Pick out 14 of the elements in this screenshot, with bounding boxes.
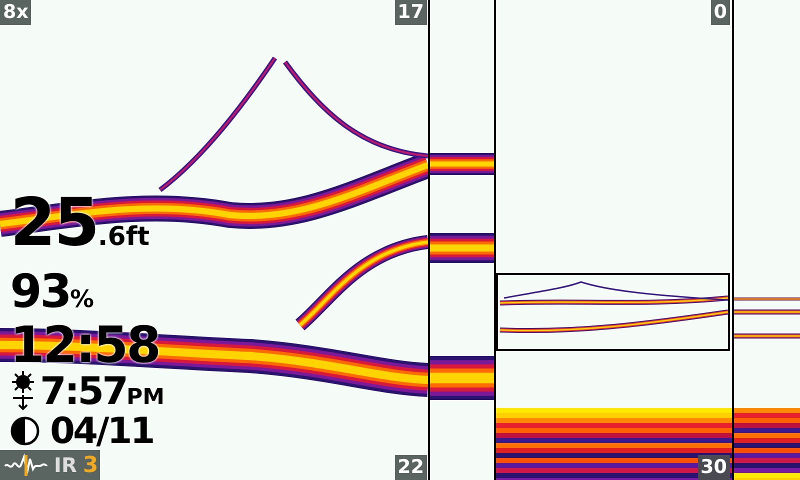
moon-date-readout: 04/11 [50,414,154,450]
range-label: 30 [698,455,730,480]
range-label: 0 [710,0,730,25]
zoom-level: 8x [0,0,32,25]
depth-scale-label: 17 [394,0,427,25]
sonar-wave-icon [4,453,48,477]
mode-label: IR [54,452,77,479]
depth-scale-label: 22 [394,455,427,480]
sunset-icon [10,370,36,412]
moon-phase-icon [10,416,40,446]
mode-value: 3 [82,452,98,480]
battery-readout: 93% [10,268,94,314]
sunset-readout: 7:57PM [40,372,165,410]
depth-readout: 25.6ft [10,190,150,256]
